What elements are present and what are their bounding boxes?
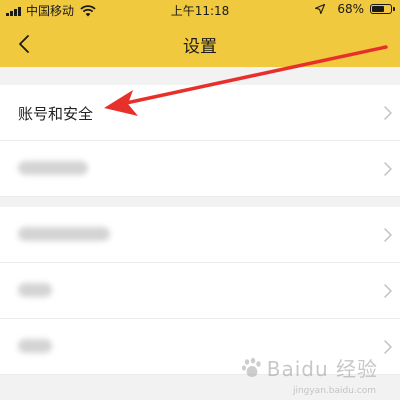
status-bar: 中国移动 上午11:18 68%: [0, 0, 400, 20]
blurred-label: [18, 339, 52, 353]
battery-area: 68%: [315, 2, 395, 16]
settings-row-account-security[interactable]: 账号和安全: [0, 85, 400, 141]
watermark-text: Baidu 经验: [266, 357, 378, 381]
chevron-right-icon: [384, 340, 392, 354]
blurred-label: [18, 283, 52, 297]
blurred-label: [18, 161, 88, 175]
battery-percent: 68%: [337, 2, 364, 16]
settings-row-label: 账号和安全: [18, 105, 94, 123]
page-title: 设置: [183, 37, 217, 57]
settings-row-blurred[interactable]: [0, 141, 400, 197]
app-header: 中国移动 上午11:18 68% 设置: [0, 0, 400, 67]
watermark: Baidu 经验: [241, 353, 378, 382]
chevron-right-icon: [384, 162, 392, 176]
battery-tip: [393, 7, 395, 11]
blurred-label: [18, 227, 110, 241]
battery-fill: [372, 6, 385, 12]
settings-list: 账号和安全: [0, 85, 400, 375]
location-arrow-icon: [315, 4, 326, 14]
chevron-right-icon: [384, 106, 392, 120]
watermark-url: jingyan.baidu.com: [292, 386, 376, 396]
section-divider: [0, 197, 400, 207]
chevron-right-icon: [384, 284, 392, 298]
battery-icon: [370, 4, 395, 14]
settings-row-blurred[interactable]: [0, 263, 400, 319]
settings-row-blurred[interactable]: [0, 207, 400, 263]
paw-logo-icon: [241, 357, 261, 377]
chevron-right-icon: [384, 228, 392, 242]
